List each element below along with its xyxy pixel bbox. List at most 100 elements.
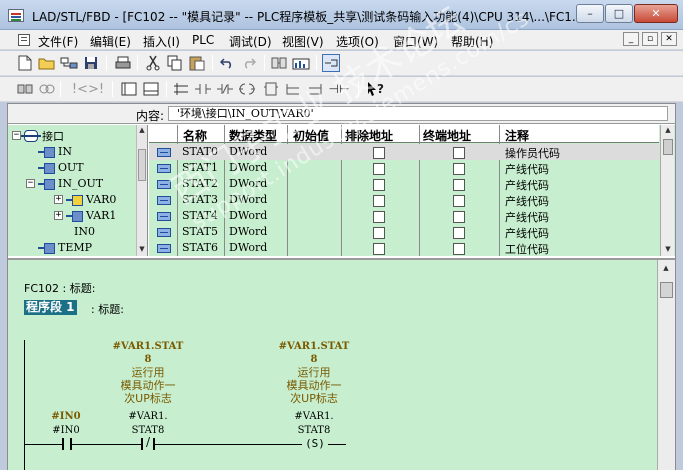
menu-window[interactable]: 窗口(W) [393,33,438,50]
contact-nc-icon[interactable] [216,80,234,98]
download-icon[interactable] [270,54,288,72]
exclude-checkbox[interactable] [373,195,385,207]
column-header-terminal[interactable]: 终端地址 [423,127,471,144]
network-label[interactable]: 程序段 1 [24,300,77,315]
menu-edit[interactable]: 编辑(E) [90,33,131,50]
column-header-exclude[interactable]: 排除地址 [345,127,393,144]
cell-type[interactable]: DWord [229,225,267,238]
table-row[interactable]: STAT4 DWord 产线代码 [149,208,659,224]
copy-icon[interactable] [166,54,184,72]
cell-type[interactable]: DWord [229,145,267,158]
terminal-checkbox[interactable] [453,243,465,255]
cell-comment[interactable]: 产线代码 [505,161,549,177]
cell-comment[interactable]: 操作员代码 [505,145,560,161]
column-header-initial[interactable]: 初始值 [293,127,329,144]
table-row[interactable]: STAT5 DWord 产线代码 [149,224,659,240]
cell-comment[interactable]: 工位代码 [505,241,549,256]
cell-comment[interactable]: 产线代码 [505,225,549,241]
scroll-up-icon[interactable]: ▲ [664,126,672,135]
network-icon[interactable] [16,80,34,98]
cell-comment[interactable]: 产线代码 [505,177,549,193]
terminal-checkbox[interactable] [453,163,465,175]
column-header-comment[interactable]: 注释 [505,127,529,144]
expand-icon[interactable]: + [54,195,63,204]
tree-item-in-out[interactable]: − IN_OUT [26,176,103,191]
contact-symbol[interactable]: #IN0 [44,410,88,423]
menu-options[interactable]: 选项(O) [336,33,379,50]
detail-icon[interactable] [142,80,160,98]
tree-item-in0[interactable]: IN0 [74,224,95,239]
collapse-icon[interactable]: − [26,179,35,188]
exclude-checkbox[interactable] [373,147,385,159]
column-header-type[interactable]: 数据类型 [229,127,277,144]
ladder-icon[interactable] [120,80,138,98]
mdi-minimize-button[interactable]: _ [623,32,639,46]
menu-file[interactable]: 文件(F) [38,33,78,50]
coil-set[interactable]: (S) [302,437,328,450]
collapse-icon[interactable]: − [12,131,21,140]
scroll-up-icon[interactable]: ▲ [662,264,670,273]
table-scrollbar[interactable]: ▲ ▼ [660,125,674,256]
terminal-checkbox[interactable] [453,211,465,223]
exclude-checkbox[interactable] [373,163,385,175]
contact-address[interactable]: #VAR1. [104,410,192,423]
monitor-icon[interactable] [292,54,310,72]
contact-left-bar[interactable] [62,438,64,450]
coil-symbol[interactable]: #VAR1.STAT [270,340,358,353]
contact-address[interactable]: #IN0 [44,424,88,437]
exclude-checkbox[interactable] [373,211,385,223]
column-header-name[interactable]: 名称 [183,127,207,144]
help-icon[interactable]: ? [366,80,384,98]
jump-icons[interactable]: !<>! [68,80,108,98]
menu-help[interactable]: 帮助(H) [451,33,493,50]
tree-item-var1[interactable]: + VAR1 [54,208,116,223]
paste-icon[interactable] [188,54,206,72]
minimize-button[interactable]: – [576,4,604,23]
table-row[interactable]: STAT3 DWord 产线代码 [149,192,659,208]
table-row[interactable]: STAT1 DWord 产线代码 [149,160,659,176]
ladder-scrollbar[interactable]: ▲ [657,260,675,470]
cell-comment[interactable]: 产线代码 [505,209,549,225]
overview-icon[interactable] [322,54,340,72]
tree-scrollbar[interactable]: ▲ ▼ [136,125,147,256]
open-icon[interactable] [38,54,56,72]
expand-icon[interactable]: + [54,211,63,220]
ladder-editor[interactable]: FC102 : 标题: 程序段 1 : 标题: #IN0 #IN0 #VAR1.… [8,258,675,470]
cell-name[interactable]: STAT3 [182,193,218,206]
contact-text-icon[interactable]: ⊣⊢ [329,80,350,98]
save-icon[interactable] [82,54,100,72]
terminal-checkbox[interactable] [453,227,465,239]
table-row[interactable]: STAT0 DWord 操作员代码 [149,144,659,160]
cell-name[interactable]: STAT2 [182,177,218,190]
scroll-down-icon[interactable]: ▼ [138,245,146,254]
mdi-restore-button[interactable]: ▫ [642,32,658,46]
terminal-checkbox[interactable] [453,195,465,207]
cell-type[interactable]: DWord [229,193,267,206]
cell-type[interactable]: DWord [229,241,267,254]
mdi-close-button[interactable]: ✕ [661,32,677,46]
menu-insert[interactable]: 插入(I) [143,33,180,50]
tree-item-out[interactable]: OUT [38,160,84,175]
maximize-button[interactable]: □ [605,4,633,23]
scroll-up-icon[interactable]: ▲ [138,126,146,135]
undo-icon[interactable] [218,54,236,72]
box-icon[interactable] [262,80,280,98]
new-icon[interactable] [16,54,34,72]
tree-item-temp[interactable]: TEMP [38,240,92,255]
cell-name[interactable]: STAT4 [182,209,218,222]
exclude-checkbox[interactable] [373,179,385,191]
content-path-field[interactable]: '环境\接口\IN_OUT\VAR0' [168,106,668,121]
terminal-checkbox[interactable] [453,147,465,159]
contact-symbol[interactable]: #VAR1.STAT [104,340,192,353]
print-icon[interactable] [114,54,132,72]
cut-icon[interactable] [144,54,162,72]
cell-name[interactable]: STAT0 [182,145,218,158]
cell-name[interactable]: STAT6 [182,241,218,254]
redo-icon[interactable] [240,54,258,72]
coil-address[interactable]: #VAR1. [270,410,358,423]
branch-close-icon[interactable] [306,80,324,98]
branch-open-icon[interactable] [284,80,302,98]
cell-type[interactable]: DWord [229,177,267,190]
menu-view[interactable]: 视图(V) [282,33,324,50]
exclude-checkbox[interactable] [373,227,385,239]
